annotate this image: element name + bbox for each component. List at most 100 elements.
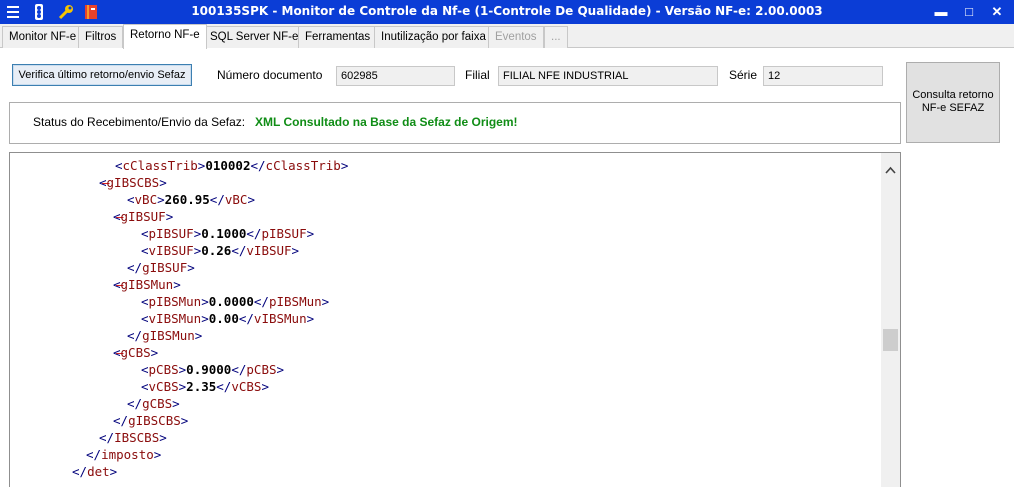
tag-name: IBSCBS xyxy=(114,430,160,445)
tag-value: 0.26 xyxy=(201,243,232,258)
monitor-window: 100135SPK - Monitor de Controle da Nf-e … xyxy=(0,0,1014,487)
tag-name: gCBS xyxy=(120,345,151,360)
consulta-retorno-button[interactable]: Consulta retorno NF-e SEFAZ xyxy=(906,62,1000,143)
tag-bracket: </ xyxy=(72,464,88,479)
tag-name: pCBS xyxy=(148,362,179,377)
tab-eventos: Eventos xyxy=(488,26,544,48)
tag-name: pIBSUF xyxy=(261,226,307,241)
tag-bracket: > xyxy=(159,175,167,190)
xml-line: <vIBSMun>0.00</vIBSMun> xyxy=(141,310,314,327)
title-bar[interactable]: 100135SPK - Monitor de Controle da Nf-e … xyxy=(0,0,1014,24)
filial-field[interactable]: FILIAL NFE INDUSTRIAL xyxy=(498,66,718,86)
xml-line: <pCBS>0.9000</pCBS> xyxy=(141,361,284,378)
xml-line: <gIBSCBS> xyxy=(99,174,167,191)
tag-bracket: > xyxy=(172,396,180,411)
tag-bracket: > xyxy=(187,260,195,275)
tag-name: pIBSUF xyxy=(148,226,194,241)
tag-name: gCBS xyxy=(142,396,173,411)
tag-bracket: </ xyxy=(216,379,232,394)
tag-bracket: > xyxy=(180,413,189,428)
numero-documento-field[interactable]: 602985 xyxy=(336,66,455,86)
verifica-retorno-button[interactable]: Verifica último retorno/envio Sefaz xyxy=(12,64,192,86)
serie-label: Série xyxy=(729,68,758,82)
tab-sql-server-nfe[interactable]: SQL Server NF-e xyxy=(203,26,306,48)
tag-bracket: > xyxy=(291,243,300,258)
xml-line: <vCBS>2.35</vCBS> xyxy=(141,378,269,395)
xml-line: </gIBSUF> xyxy=(127,259,195,276)
maximize-button[interactable]: □ xyxy=(958,3,980,21)
tag-bracket: > xyxy=(157,192,165,207)
wrench-icon[interactable] xyxy=(57,3,75,21)
scrollbar-thumb[interactable] xyxy=(883,329,898,351)
xml-viewer[interactable]: <cClassTrib>010002</cClassTrib> – <gIBSCBS… xyxy=(9,152,901,487)
tag-value: 0.0000 xyxy=(208,294,254,309)
tab-monitor-nfe[interactable]: Monitor NF-e xyxy=(2,26,84,48)
tag-value: 2.35 xyxy=(186,379,217,394)
tag-bracket: </ xyxy=(127,260,143,275)
tag-name: vBC xyxy=(134,192,158,207)
tag-bracket: </ xyxy=(127,328,143,343)
tab-inutilizacao[interactable]: Inutilização por faixa xyxy=(374,26,493,48)
tag-name: gIBSMun xyxy=(120,277,174,292)
tag-bracket: < xyxy=(113,277,121,292)
tag-name: gIBSMun xyxy=(142,328,195,343)
tag-bracket: < xyxy=(141,226,149,241)
traffic-light-icon[interactable] xyxy=(30,3,48,21)
tab-retorno-nfe[interactable]: Retorno NF-e xyxy=(123,24,207,49)
tag-name: imposto xyxy=(101,447,154,462)
tag-bracket: > xyxy=(340,158,349,173)
xml-line: <vBC>260.95</vBC> xyxy=(127,191,255,208)
close-button[interactable]: ✕ xyxy=(986,3,1008,21)
xml-line: <pIBSMun>0.0000</pIBSMun> xyxy=(141,293,329,310)
tag-value: 260.95 xyxy=(164,192,210,207)
tag-value: 010002 xyxy=(205,158,251,173)
tag-name: vIBSMun xyxy=(253,311,307,326)
filial-label: Filial xyxy=(465,68,490,82)
book-icon[interactable] xyxy=(82,3,100,21)
tag-name: vBC xyxy=(224,192,248,207)
xml-line: <gIBSMun> xyxy=(113,276,181,293)
xml-line: </imposto> xyxy=(86,446,161,463)
tag-bracket: > xyxy=(109,464,118,479)
minimize-button[interactable]: ▬ xyxy=(930,3,952,21)
xml-line: </IBSCBS> xyxy=(99,429,167,446)
tag-name: cClassTrib xyxy=(265,158,341,173)
vertical-scrollbar[interactable] xyxy=(881,153,900,487)
xml-line: </det> xyxy=(72,463,117,480)
tag-bracket: < xyxy=(99,175,107,190)
tab-filtros[interactable]: Filtros xyxy=(78,26,124,48)
tag-bracket: </ xyxy=(209,192,225,207)
tag-bracket: < xyxy=(113,209,121,224)
tag-bracket: < xyxy=(141,379,149,394)
tag-name: gIBSUF xyxy=(142,260,188,275)
xml-line: </gIBSCBS> xyxy=(113,412,188,429)
tag-bracket: < xyxy=(141,294,149,309)
tag-value: 0.00 xyxy=(208,311,239,326)
tag-name: vCBS xyxy=(231,379,262,394)
window-title: 100135SPK - Monitor de Controle da Nf-e … xyxy=(191,4,823,18)
serie-field[interactable]: 12 xyxy=(763,66,883,86)
tag-bracket: > xyxy=(306,311,315,326)
tag-name: pIBSMun xyxy=(268,294,322,309)
status-value: XML Consultado na Base da Sefaz de Orige… xyxy=(255,115,518,129)
numero-documento-label: Número documento xyxy=(217,68,323,82)
menu-icon[interactable] xyxy=(4,3,22,21)
tag-name: cClassTrib xyxy=(122,158,198,173)
tag-bracket: > xyxy=(159,430,167,445)
tag-name: gIBSUF xyxy=(120,209,166,224)
xml-line: <gCBS> xyxy=(113,344,158,361)
status-label: Status do Recebimento/Envio da Sefaz: xyxy=(33,115,246,129)
tag-bracket: > xyxy=(306,226,315,241)
tab-more: ... xyxy=(544,26,568,48)
tag-bracket: > xyxy=(153,447,162,462)
tag-bracket: < xyxy=(141,362,149,377)
tag-bracket: < xyxy=(127,192,135,207)
tag-bracket: < xyxy=(141,243,149,258)
tag-bracket: > xyxy=(201,294,209,309)
tag-bracket: </ xyxy=(253,294,269,309)
tag-bracket: </ xyxy=(127,396,143,411)
tab-ferramentas[interactable]: Ferramentas xyxy=(298,26,378,48)
tag-name: det xyxy=(87,464,110,479)
tag-bracket: > xyxy=(261,379,269,394)
scroll-up-icon[interactable] xyxy=(881,165,900,182)
